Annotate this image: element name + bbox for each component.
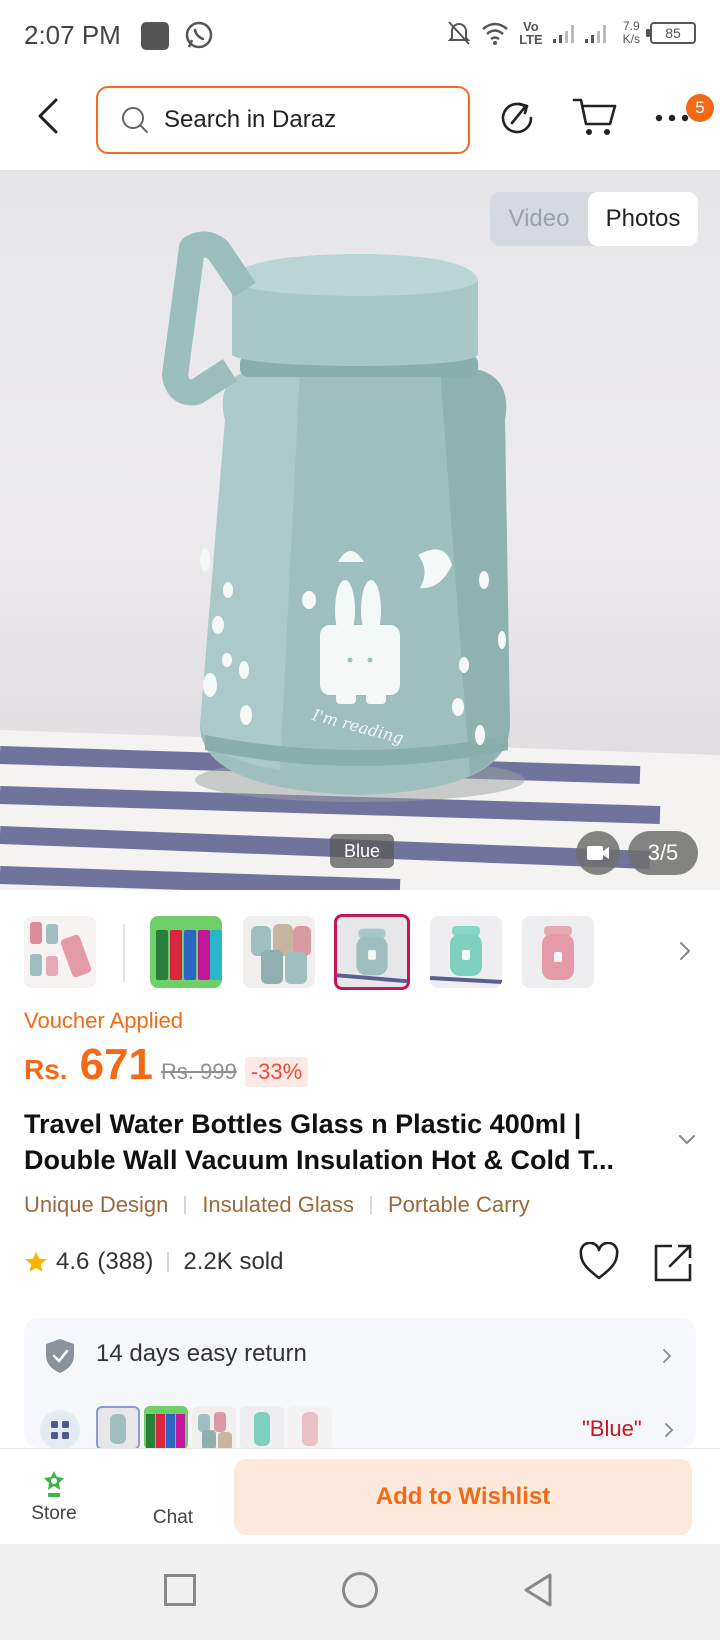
more-options-icon[interactable] [654,112,690,124]
variant-thumb-pastel[interactable] [192,1406,236,1448]
thumbnail-image [430,926,502,984]
variant-thumb-image [146,1414,185,1448]
voucher-label: Voucher Applied [24,1008,184,1033]
rating-value: 4.6 [56,1248,90,1275]
variant-thumb-pink[interactable] [288,1406,332,1448]
chat-button[interactable]: Chat [138,1503,208,1529]
tag-divider [184,1196,187,1214]
store-button[interactable]: Store [24,1469,84,1525]
thumbnail-image [30,922,92,978]
thumbnail-5[interactable] [522,916,594,988]
volte-indicator: Vo LTE [519,20,543,46]
chevron-right-icon [663,1349,672,1363]
discount-badge: -33% [244,1057,309,1087]
review-count: (388) [97,1248,154,1275]
tag-divider [369,1196,372,1214]
variant-thumb-image [302,1412,318,1446]
thumbnail-3[interactable] [334,914,410,990]
thumbnail-0[interactable] [24,916,96,988]
service-card[interactable]: 14 days easy return "Blue" [24,1318,696,1448]
status-icons: Vo LTE 7.9 K/s 85 [447,20,696,46]
variant-thumb-blue[interactable] [96,1406,140,1448]
product-title-line-2: Double Wall Vacuum Insulation Hot & Cold… [24,1145,615,1175]
price-value: 671 [79,1040,153,1089]
signal-icon [552,25,606,43]
thumbnail-2[interactable] [243,916,315,988]
original-price: Rs. 999 [161,1059,237,1084]
whatsapp-icon [185,21,213,49]
return-policy-text: 14 days easy return [96,1340,307,1367]
speed-unit: K/s [622,32,640,46]
thumbnail-divider [123,924,125,982]
chevron-down-icon[interactable] [678,1134,696,1146]
home-icon[interactable] [342,1572,378,1608]
feature-tags: Unique Design Insulated Glass Portable C… [24,1192,530,1218]
recent-apps-icon[interactable] [164,1574,196,1606]
chevron-right-icon[interactable] [664,1422,674,1438]
shield-check-icon [46,1339,74,1373]
thumbnail-4[interactable] [430,916,502,988]
back-arrow-icon[interactable] [28,94,72,138]
rating-divider [167,1252,170,1272]
feature-tag: Insulated Glass [202,1192,354,1217]
thumbnail-image [337,928,407,984]
feature-tag: Portable Carry [387,1192,530,1217]
variant-thumb-image [198,1412,232,1448]
thumbnail-image [542,926,574,980]
bottom-action-bar: Store Chat Add to Wishlist [0,1448,720,1544]
share-external-icon[interactable] [652,1242,694,1284]
product-image: I'm reading [0,231,720,890]
add-to-wishlist-button[interactable]: Add to Wishlist [234,1459,692,1535]
wifi-icon [482,22,508,45]
status-time: 2:07 PM [24,20,121,50]
variant-thumb-glass[interactable] [144,1406,188,1448]
tab-photos[interactable]: Photos [588,192,698,246]
heart-icon[interactable] [578,1242,620,1282]
sold-count: 2.2K sold [183,1248,284,1275]
chat-label: Chat [152,1507,194,1528]
search-icon [122,107,148,133]
search-placeholder: Search in Daraz [164,106,337,133]
cart-icon[interactable] [572,96,618,138]
system-nav-bar [0,1544,720,1640]
rating-row[interactable]: 4.6 (388) 2.2K sold [24,1248,283,1276]
thumbnail-strip [0,910,720,990]
store-label: Store [31,1503,77,1524]
chevron-right-icon[interactable] [678,940,692,962]
star-icon [25,1251,47,1272]
notification-app-icon [141,22,169,50]
variant-thumb-image [254,1412,270,1446]
battery-icon: 85 [646,22,696,44]
notification-badge: 5 [686,94,714,122]
lte-label: LTE [519,32,543,47]
price-row: Rs. 671 Rs. 999 -33% [24,1040,309,1092]
product-title[interactable]: Travel Water Bottles Glass n Plastic 400… [24,1106,664,1178]
nav-back-icon[interactable] [522,1572,554,1608]
variant-thumb-mint[interactable] [240,1406,284,1448]
status-bar: 2:07 PM Vo LTE 7.9 K/s 85 [0,0,720,72]
video-camera-icon[interactable] [576,831,620,875]
price-currency: Rs. [24,1054,68,1085]
variant-thumb-image [110,1414,126,1444]
thumbnail-image [251,924,311,984]
variants-grid-icon [40,1410,80,1448]
thumbnail-image [156,930,222,980]
share-icon[interactable] [498,98,538,138]
thumbnail-1[interactable] [150,916,222,988]
network-speed: 7.9 K/s [623,20,640,46]
tab-video[interactable]: Video [490,192,588,246]
image-counter: 3/5 [628,831,698,875]
mute-notification-icon [447,21,471,45]
store-icon [44,1471,64,1497]
top-bar: Search in Daraz 5 [0,72,720,170]
selected-variant: "Blue" [582,1416,642,1441]
product-image-gallery[interactable]: I'm reading Video Photos Blue 3/5 [0,170,720,890]
feature-tag: Unique Design [24,1192,169,1217]
product-title-line-1: Travel Water Bottles Glass n Plastic 400… [24,1109,582,1139]
media-toggle: Video Photos [490,192,698,246]
variant-label: Blue [330,834,395,868]
search-input[interactable]: Search in Daraz [96,86,470,154]
